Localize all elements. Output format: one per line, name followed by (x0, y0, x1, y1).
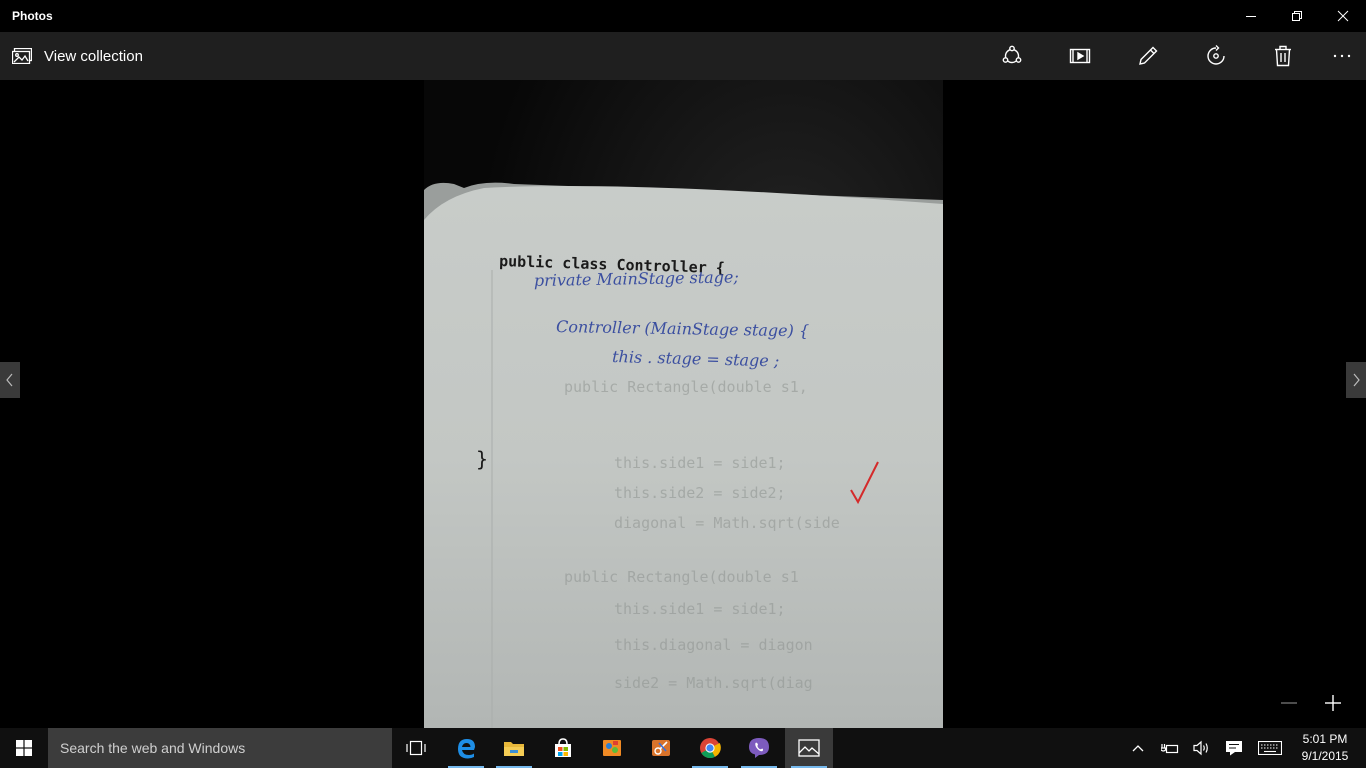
chevron-up-icon (1132, 745, 1144, 752)
paint-app[interactable] (588, 728, 636, 768)
minimize-icon (1246, 16, 1256, 17)
bleed-line: diagonal = Math.sqrt(side (614, 514, 840, 532)
rotate-icon (1207, 45, 1225, 65)
more-options-button[interactable] (1318, 32, 1366, 80)
taskbar-clock[interactable]: 5:01 PM 9/1/2015 (1290, 728, 1360, 768)
minimize-button[interactable] (1228, 0, 1274, 32)
photo: public Rectangle(double s1, this.side1 =… (424, 80, 943, 728)
keyboard-icon (1258, 741, 1282, 755)
clock-time: 5:01 PM (1302, 732, 1348, 746)
share-icon (1002, 45, 1022, 64)
restore-button[interactable] (1274, 0, 1320, 32)
store-app[interactable] (539, 728, 587, 768)
task-view-button[interactable] (392, 728, 440, 768)
minus-icon (1281, 702, 1297, 704)
delete-icon (1275, 45, 1291, 67)
next-photo-button[interactable] (1346, 362, 1366, 398)
viber-icon (749, 738, 769, 758)
command-bar: View collection (0, 32, 1366, 80)
battery-plug-icon (1161, 744, 1179, 754)
windows-logo-icon (16, 740, 32, 756)
bleed-line: public Rectangle(double s1, (564, 378, 808, 396)
chevron-left-icon (6, 373, 13, 387)
folder-icon (504, 742, 524, 756)
taskbar: Search the web and Windows 5:01 PM 9/1/2… (0, 728, 1366, 768)
chevron-right-icon (1353, 373, 1360, 387)
clock-date: 9/1/2015 (1301, 749, 1349, 763)
notification-icon (1226, 741, 1242, 756)
title-bar: Photos (0, 0, 1366, 32)
chrome-app[interactable] (686, 728, 734, 768)
bleed-line: public Rectangle(double s1 (564, 568, 799, 586)
edge-app[interactable] (442, 728, 490, 768)
restore-icon (1292, 11, 1302, 21)
start-button[interactable] (0, 728, 48, 768)
bleed-line: this.side1 = side1; (614, 454, 786, 472)
edit-button[interactable] (1124, 32, 1172, 80)
volume-button[interactable] (1190, 728, 1214, 768)
action-center-button[interactable] (1222, 728, 1246, 768)
bleed-line: side2 = Math.sqrt(diag (614, 674, 813, 692)
edit-icon (1139, 46, 1158, 65)
slideshow-button[interactable] (1056, 32, 1104, 80)
edge-icon (458, 739, 475, 759)
show-hidden-icons-button[interactable] (1128, 728, 1148, 768)
zoom-in-button[interactable] (1313, 688, 1353, 718)
bleed-line: this.side2 = side2; (614, 484, 786, 502)
snipping-tool-app[interactable] (637, 728, 685, 768)
photo-viewer: public Rectangle(double s1, this.side1 =… (0, 80, 1366, 728)
view-collection-button[interactable]: View collection (0, 32, 143, 80)
paint-icon (603, 740, 621, 756)
photos-app[interactable] (785, 728, 833, 768)
file-explorer-app[interactable] (490, 728, 538, 768)
viber-app[interactable] (735, 728, 783, 768)
search-placeholder: Search the web and Windows (60, 740, 246, 756)
more-icon (1333, 54, 1351, 58)
closing-brace: } (476, 447, 488, 471)
power-status-button[interactable] (1158, 728, 1182, 768)
previous-photo-button[interactable] (0, 362, 20, 398)
close-button[interactable] (1320, 0, 1366, 32)
slideshow-icon (1069, 48, 1091, 64)
plus-icon (1325, 695, 1341, 711)
handwritten-line: private MainStage stage; (534, 267, 739, 290)
photo-image: public Rectangle(double s1, this.side1 =… (424, 80, 943, 728)
collection-icon (12, 48, 32, 64)
close-icon (1337, 10, 1349, 22)
scissors-icon (652, 740, 670, 756)
bleed-line: this.diagonal = diagon (614, 636, 813, 654)
speaker-icon (1193, 740, 1208, 756)
view-collection-label: View collection (44, 47, 143, 65)
photos-icon (798, 739, 820, 757)
zoom-out-button[interactable] (1269, 688, 1309, 718)
search-box[interactable]: Search the web and Windows (48, 728, 392, 768)
touch-keyboard-button[interactable] (1254, 728, 1286, 768)
bleed-line: this.side1 = side1; (614, 600, 786, 618)
app-title: Photos (12, 9, 53, 23)
chrome-icon (700, 738, 721, 759)
delete-button[interactable] (1259, 32, 1307, 80)
task-view-icon (406, 740, 426, 756)
share-button[interactable] (988, 32, 1036, 80)
rotate-button[interactable] (1192, 32, 1240, 80)
store-icon (555, 738, 571, 757)
